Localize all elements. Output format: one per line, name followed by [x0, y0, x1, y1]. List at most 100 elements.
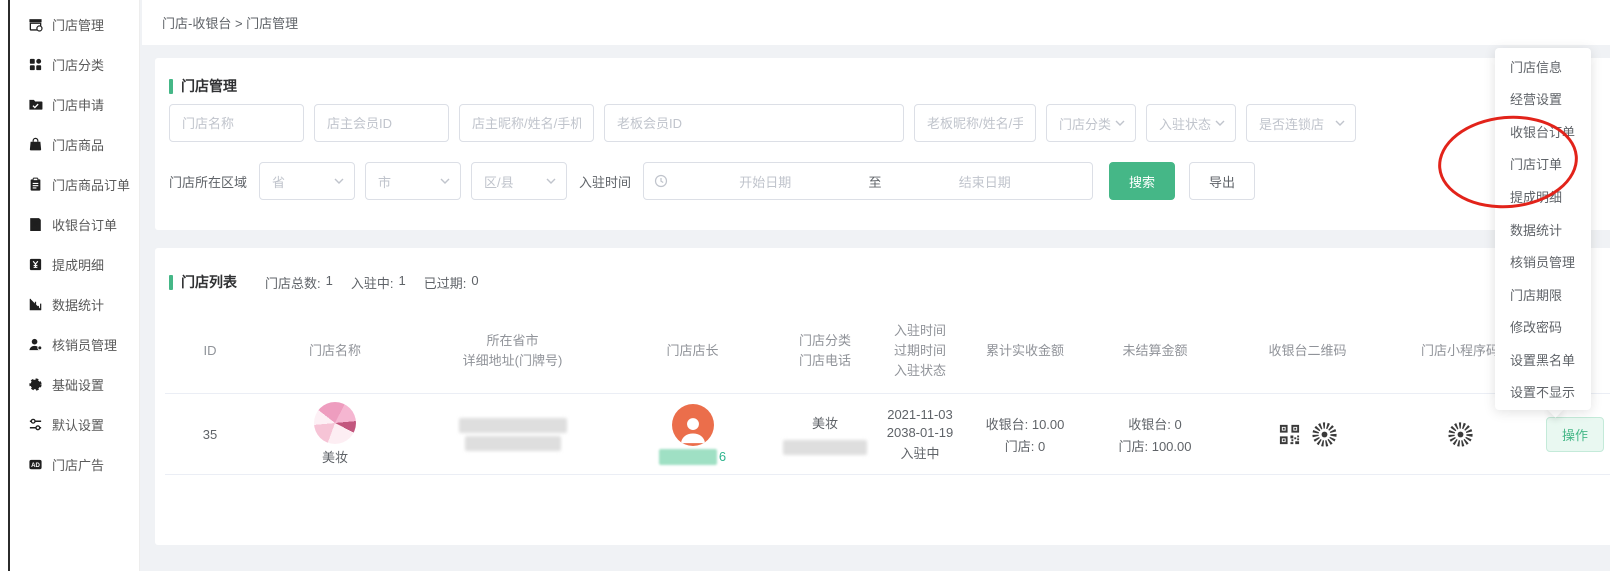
menu-item-cashier-orders[interactable]: 收银台订单: [1495, 115, 1591, 148]
store-name-text: 美妆: [322, 447, 348, 466]
district-select[interactable]: 区/县: [471, 162, 567, 200]
chevron-down-icon: [1335, 120, 1345, 126]
cell-manager: 6: [610, 404, 775, 465]
category-text: 美妆: [812, 413, 838, 432]
bar-chart-icon: [27, 296, 43, 312]
col-header-unsettled: 未结算金额: [1085, 341, 1225, 361]
action-dropdown-menu: 门店信息 经营设置 收银台订单 门店订单 提成明细 数据统计 核销员管理 门店期…: [1495, 48, 1591, 410]
menu-item-data-statistics[interactable]: 数据统计: [1495, 213, 1591, 246]
settle-date-range-picker[interactable]: 开始日期 至 结束日期: [643, 162, 1093, 200]
clock-icon: [654, 174, 668, 188]
received-store: 门店: 0: [1005, 436, 1045, 455]
menu-item-set-hidden[interactable]: 设置不显示: [1495, 375, 1591, 408]
person-icon: [676, 412, 710, 446]
menu-item-change-password[interactable]: 修改密码: [1495, 310, 1591, 343]
sidebar-item-data-statistics[interactable]: 数据统计: [10, 284, 139, 324]
col-header-time-status: 入驻时间 过期时间 入驻状态: [875, 321, 965, 381]
chevron-down-icon: [440, 178, 450, 184]
boss-nickname-input[interactable]: [914, 104, 1036, 142]
miniprogram-code-icon[interactable]: [1311, 421, 1338, 448]
menu-item-store-info[interactable]: 门店信息: [1495, 50, 1591, 83]
title-accent-bar: [169, 79, 173, 94]
store-stats: 门店总数:1 入驻中:1 已过期:0: [265, 273, 479, 292]
list-card-title: 门店列表: [181, 272, 237, 292]
settle-status-select-placeholder: 入驻状态: [1159, 114, 1211, 133]
sidebar-item-store-category[interactable]: 门店分类: [10, 44, 139, 84]
user-icon: [27, 336, 43, 352]
table-row: 35 美妆 6: [165, 393, 1610, 475]
storefront-icon: [27, 16, 43, 32]
sidebar-item-store-management[interactable]: 门店管理: [10, 4, 139, 44]
sidebar-item-label: 门店广告: [52, 455, 104, 474]
svg-text:AD: AD: [31, 462, 40, 469]
stat-total-label: 门店总数:: [265, 273, 321, 292]
sidebar-item-default-settings[interactable]: 默认设置: [10, 404, 139, 444]
col-header-manager: 门店店长: [610, 341, 775, 361]
censored-phone: [783, 440, 867, 455]
province-select-placeholder: 省: [272, 172, 285, 191]
export-button[interactable]: 导出: [1189, 162, 1255, 200]
sidebar-item-basic-settings[interactable]: 基础设置: [10, 364, 139, 404]
owner-nickname-input[interactable]: [459, 104, 594, 142]
menu-item-store-orders[interactable]: 门店订单: [1495, 148, 1591, 181]
menu-item-business-settings[interactable]: 经营设置: [1495, 83, 1591, 116]
chain-store-select[interactable]: 是否连锁店: [1246, 104, 1356, 142]
cell-time-status: 2021-11-03 2038-01-19 入驻中: [875, 407, 965, 462]
filter-card-title-row: 门店管理: [169, 76, 237, 96]
store-category-select[interactable]: 门店分类: [1046, 104, 1136, 142]
manager-avatar[interactable]: [672, 404, 714, 446]
start-date-placeholder[interactable]: 开始日期: [668, 172, 863, 191]
sidebar-item-label: 提成明细: [52, 255, 104, 274]
menu-item-set-blacklist[interactable]: 设置黑名单: [1495, 343, 1591, 376]
folder-check-icon: [27, 96, 43, 112]
owner-member-id-input[interactable]: [314, 104, 449, 142]
sidebar-item-label: 门店分类: [52, 55, 104, 74]
action-button[interactable]: 操作: [1546, 417, 1604, 452]
col-header-cashier-qrcode: 收银台二维码: [1225, 341, 1390, 361]
col-header-category-phone: 门店分类 门店电话: [775, 331, 875, 371]
boss-member-id-input[interactable]: [604, 104, 904, 142]
menu-item-commission-detail[interactable]: 提成明细: [1495, 180, 1591, 213]
store-name-input[interactable]: [169, 104, 304, 142]
search-button[interactable]: 搜索: [1109, 162, 1175, 200]
stat-active-label: 入驻中:: [351, 273, 394, 292]
cell-category-phone: 美妆: [775, 413, 875, 455]
city-select[interactable]: 市: [365, 162, 461, 200]
cell-unsettled-amount: 收银台: 0 门店: 100.00: [1085, 414, 1225, 455]
sidebar-item-store-goods-orders[interactable]: 门店商品订单: [10, 164, 139, 204]
province-select[interactable]: 省: [259, 162, 355, 200]
sidebar-item-label: 收银台订单: [52, 215, 117, 234]
store-avatar[interactable]: [314, 402, 356, 444]
censored-address-line1: [459, 418, 567, 433]
sidebar-item-cashier-orders[interactable]: 收银台订单: [10, 204, 139, 244]
menu-item-verifier-management[interactable]: 核销员管理: [1495, 245, 1591, 278]
breadcrumb: 门店-收银台 > 门店管理: [142, 0, 1610, 45]
censored-manager-id: [659, 449, 717, 465]
district-select-placeholder: 区/县: [484, 172, 514, 191]
ad-icon: AD: [27, 456, 43, 472]
sidebar-item-commission-detail[interactable]: 提成明细: [10, 244, 139, 284]
sidebar-item-store-goods[interactable]: 门店商品: [10, 124, 139, 164]
miniprogram-code-icon[interactable]: [1447, 421, 1474, 448]
region-label: 门店所在区域: [169, 172, 247, 191]
chain-store-select-placeholder: 是否连锁店: [1259, 114, 1324, 133]
breadcrumb-text: 门店-收银台 > 门店管理: [162, 13, 298, 32]
stat-expired-label: 已过期:: [424, 273, 467, 292]
qr-code-icon[interactable]: [1278, 423, 1301, 446]
cell-cashier-qrcode: [1225, 421, 1390, 448]
list-card-title-row: 门店列表 门店总数:1 入驻中:1 已过期:0: [169, 272, 479, 292]
filter-row-2: 门店所在区域 省 市 区/县 入驻时间 开始日期 至 结束日期 搜索 导出: [169, 162, 1610, 200]
col-header-store-name: 门店名称: [255, 341, 415, 361]
sidebar-item-verifier-management[interactable]: 核销员管理: [10, 324, 139, 364]
manager-id-suffix: 6: [719, 449, 726, 464]
menu-item-store-term[interactable]: 门店期限: [1495, 278, 1591, 311]
store-table: ID 门店名称 所在省市 详细地址(门牌号) 门店店长 门店分类 门店电话 入驻…: [165, 308, 1610, 475]
sidebar: 门店管理 门店分类 门店申请 门店商品 门店商品订单 收银台订单 提成明细 数据…: [10, 0, 140, 571]
money-icon: [27, 256, 43, 272]
sidebar-item-store-ads[interactable]: AD 门店广告: [10, 444, 139, 484]
chevron-down-icon: [334, 178, 344, 184]
col-header-id: ID: [165, 341, 255, 361]
sidebar-item-store-application[interactable]: 门店申请: [10, 84, 139, 124]
settle-status-select[interactable]: 入驻状态: [1146, 104, 1236, 142]
end-date-placeholder[interactable]: 结束日期: [888, 172, 1083, 191]
